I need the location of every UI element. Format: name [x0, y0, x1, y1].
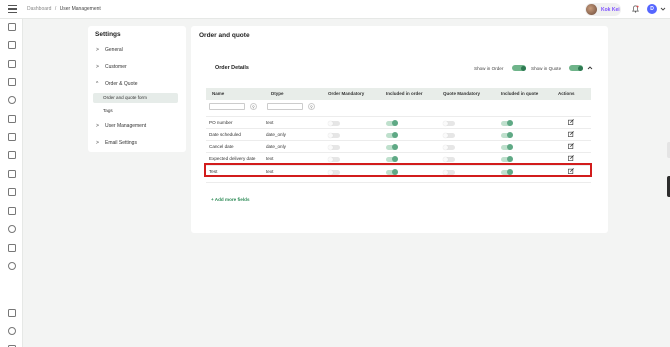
edit-icon[interactable] — [568, 119, 574, 125]
name-filter-input[interactable] — [209, 103, 245, 110]
chevron-right-icon: > — [96, 140, 99, 146]
show-in-quote-label: Show in Quote — [531, 66, 562, 71]
table-header: Name Dtype Order Mandatory Included in o… — [206, 88, 591, 100]
included-in-quote-toggle[interactable] — [501, 144, 513, 150]
page-title: Order and quote — [199, 32, 250, 39]
left-nav-rail — [0, 19, 23, 347]
user-name: Kok Kei — [601, 6, 620, 13]
dtype-filter-input[interactable] — [267, 103, 303, 110]
highlight-box — [204, 163, 592, 177]
orders-icon[interactable] — [8, 60, 16, 68]
show-in-order-toggle[interactable] — [512, 65, 526, 71]
documents-icon[interactable] — [8, 170, 16, 178]
included-in-order-toggle[interactable] — [386, 132, 398, 138]
table-row: PO number text — [206, 116, 591, 128]
column-header-included-in-order: Included in order — [386, 91, 423, 96]
contacts-icon[interactable] — [8, 225, 16, 233]
folder-icon[interactable] — [8, 188, 16, 196]
settings-panel: Settings > General > Customer ^ Order & … — [88, 26, 186, 152]
products-icon[interactable] — [8, 115, 16, 123]
settings-item-label: Order & Quote — [105, 81, 138, 87]
quote-mandatory-toggle[interactable] — [443, 120, 455, 126]
table-divider — [206, 182, 591, 183]
chevron-up-icon: ^ — [96, 81, 99, 87]
store-icon[interactable] — [8, 309, 16, 317]
quote-mandatory-toggle[interactable] — [443, 144, 455, 150]
tags-icon[interactable] — [8, 244, 16, 252]
breadcrumb-current: User Management — [59, 6, 101, 12]
order-mandatory-toggle[interactable] — [328, 132, 340, 138]
column-header-order-mandatory: Order Mandatory — [328, 91, 365, 96]
apps-icon[interactable] — [8, 41, 16, 49]
show-in-quote-toggle[interactable] — [569, 65, 583, 71]
add-more-fields-button[interactable]: + Add more fields — [211, 197, 250, 202]
settings-item-label: Customer — [105, 64, 127, 70]
included-in-quote-toggle[interactable] — [501, 132, 513, 138]
included-in-order-toggle[interactable] — [386, 144, 398, 150]
settings-item-order-quote[interactable]: ^ Order & Quote — [96, 81, 138, 87]
table-row: Date scheduled date_only — [206, 128, 591, 140]
breadcrumb: Dashboard / User Management — [27, 6, 101, 12]
table-row: Cancel date date_only — [206, 140, 591, 152]
column-header-quote-mandatory: Quote Mandatory — [443, 91, 481, 96]
bell-icon[interactable] — [632, 5, 639, 13]
settings-item-general[interactable]: > General — [96, 47, 123, 53]
breadcrumb-root[interactable]: Dashboard — [27, 6, 51, 12]
breadcrumb-separator: / — [54, 6, 57, 12]
column-header-actions: Actions — [558, 91, 575, 96]
filter-row: ⚲ ⚲ — [206, 100, 591, 114]
edit-icon[interactable] — [568, 143, 574, 149]
included-in-quote-toggle[interactable] — [501, 120, 513, 126]
order-mandatory-toggle[interactable] — [328, 144, 340, 150]
filter-icon[interactable]: ⚲ — [250, 103, 257, 110]
chevron-right-icon: > — [96, 64, 99, 70]
column-header-included-in-quote: Included in quote — [501, 91, 539, 96]
hamburger-menu-icon[interactable] — [8, 5, 17, 13]
chevron-right-icon: > — [96, 123, 99, 129]
calendar-icon[interactable] — [8, 151, 16, 159]
gear-icon[interactable] — [8, 327, 16, 335]
quote-mandatory-toggle[interactable] — [443, 132, 455, 138]
included-in-order-toggle[interactable] — [386, 120, 398, 126]
order-quote-card: Order and quote Order Details Show in Or… — [191, 26, 608, 233]
quotes-icon[interactable] — [8, 78, 16, 86]
included-in-quote-toggle[interactable] — [501, 156, 513, 162]
settings-item-email-settings[interactable]: > Email Settings — [96, 140, 137, 146]
show-in-order-label: Show in Order — [474, 66, 504, 71]
account-badge[interactable]: D — [647, 4, 657, 14]
filter-icon[interactable]: ⚲ — [308, 103, 315, 110]
section-title: Order Details — [215, 65, 249, 71]
settings-item-customer[interactable]: > Customer — [96, 64, 127, 70]
chevron-down-icon[interactable] — [660, 6, 666, 12]
edit-icon[interactable] — [568, 131, 574, 137]
order-mandatory-toggle[interactable] — [328, 120, 340, 126]
settings-subitem-order-quote-form[interactable]: Order and quote form — [93, 93, 178, 103]
users-icon[interactable] — [8, 96, 16, 104]
avatar — [586, 4, 597, 15]
settings-item-user-management[interactable]: > User Management — [96, 123, 146, 129]
settings-item-label: User Management — [105, 123, 147, 129]
order-mandatory-toggle[interactable] — [328, 156, 340, 162]
top-bar: Dashboard / User Management Kok Kei D — [0, 0, 670, 19]
included-in-order-toggle[interactable] — [386, 156, 398, 162]
settings-subitem-tags[interactable]: Tags — [93, 106, 178, 116]
quote-mandatory-toggle[interactable] — [443, 156, 455, 162]
settings-item-label: Email Settings — [105, 140, 137, 146]
integrations-icon[interactable] — [8, 262, 16, 270]
catalog-icon[interactable] — [8, 207, 16, 215]
reports-icon[interactable] — [8, 133, 16, 141]
column-header-name: Name — [212, 91, 225, 96]
edit-icon[interactable] — [568, 155, 574, 161]
user-menu[interactable]: Kok Kei — [585, 3, 621, 16]
column-header-dtype: Dtype — [271, 91, 284, 96]
settings-title: Settings — [95, 31, 121, 38]
settings-item-label: General — [105, 47, 123, 53]
chevron-right-icon: > — [96, 47, 99, 53]
dashboard-icon[interactable] — [8, 23, 16, 31]
collapse-chevron-icon[interactable] — [587, 65, 593, 71]
